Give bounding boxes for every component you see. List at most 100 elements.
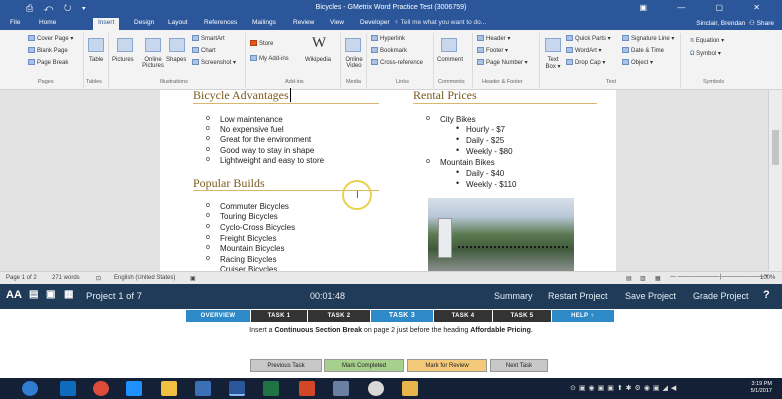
signature-line-button[interactable]: Signature Line ▾ <box>622 35 674 42</box>
blank-page-button[interactable]: Blank Page <box>28 47 68 54</box>
tell-me-box[interactable]: ♀ Tell me what you want to do... <box>394 19 486 26</box>
my-addins-button[interactable]: My Add-ins <box>250 55 289 62</box>
zoom-slider[interactable]: — ———————|——————— + <box>670 274 768 280</box>
mark-completed-button[interactable]: Mark Completed <box>324 359 404 372</box>
shapes-button[interactable]: Shapes <box>166 57 186 63</box>
powerpoint-icon[interactable] <box>299 381 315 396</box>
tab-layout[interactable]: Layout <box>168 19 188 26</box>
pictures-button[interactable]: Pictures <box>112 57 134 63</box>
project-indicator: Project 1 of 7 <box>86 291 142 302</box>
table-button[interactable]: Table <box>89 57 103 63</box>
page-break-button[interactable]: Page Break <box>28 59 68 66</box>
page-number-button[interactable]: Page Number ▾ <box>477 59 528 66</box>
scrollbar-thumb[interactable] <box>772 130 779 165</box>
quick-parts-button[interactable]: Quick Parts ▾ <box>566 35 611 42</box>
help-question-icon[interactable]: ? <box>763 289 770 301</box>
start-button-icon[interactable] <box>22 381 38 396</box>
online-pictures-button[interactable]: Online Pictures <box>140 57 166 69</box>
web-layout-icon[interactable]: ▦ <box>655 275 661 282</box>
symbol-button[interactable]: Ω Symbol ▾ <box>690 50 721 57</box>
object-button[interactable]: Object ▾ <box>622 59 653 66</box>
file-explorer-icon[interactable] <box>161 381 177 396</box>
zoom-level[interactable]: 100% <box>760 275 775 281</box>
heading-popular-builds[interactable]: Popular Builds <box>193 176 265 191</box>
previous-task-button[interactable]: Previous Task <box>250 359 322 372</box>
tab-design[interactable]: Design <box>134 19 154 26</box>
store-button[interactable]: Store <box>250 40 273 47</box>
footer-button[interactable]: Footer ▾ <box>477 47 508 54</box>
save-project-button[interactable]: Save Project <box>625 291 676 301</box>
tab-review[interactable]: Review <box>293 19 314 26</box>
chart-button[interactable]: Chart <box>192 47 216 54</box>
page-indicator[interactable]: Page 1 of 2 <box>6 275 37 281</box>
heading-bicycle-advantages[interactable]: Bicycle Advantages <box>193 88 291 103</box>
bike-share-photo[interactable] <box>428 198 574 271</box>
display-icon[interactable]: ▤ <box>29 289 38 300</box>
calculator-icon[interactable]: ▣ <box>46 289 55 300</box>
read-mode-icon[interactable]: ▤ <box>626 275 632 282</box>
online-video-icon <box>345 38 361 52</box>
cover-page-button[interactable]: Cover Page ▾ <box>28 35 73 42</box>
hyperlink-button[interactable]: Hyperlink <box>371 35 405 42</box>
drop-cap-button[interactable]: Drop Cap ▾ <box>566 59 605 66</box>
tab-overview[interactable]: OVERVIEW <box>186 310 250 322</box>
tab-help[interactable]: HELP ♀ <box>552 310 614 322</box>
print-layout-icon[interactable]: ▥ <box>640 275 646 282</box>
media-icon[interactable] <box>195 381 211 396</box>
list-item: Freight Bicycles <box>206 234 277 243</box>
grade-project-button[interactable]: Grade Project <box>693 291 749 301</box>
tab-mailings[interactable]: Mailings <box>252 19 276 26</box>
tab-file[interactable]: File <box>10 19 20 26</box>
user-account[interactable]: Sinclair, Brendan ⚇ Share <box>696 19 774 27</box>
document-page[interactable]: Bicycle Advantages Low maintenance No ex… <box>160 88 616 271</box>
macro-icon[interactable]: ▣ <box>190 275 196 282</box>
gmetrix-header: AA ▤ ▣ ▦ Project 1 of 7 00:01:48 Summary… <box>0 284 782 309</box>
cross-reference-button[interactable]: Cross-reference <box>371 59 423 66</box>
tab-task-2[interactable]: TASK 2 <box>308 310 370 322</box>
tab-task-3[interactable]: TASK 3 <box>371 310 433 322</box>
word-icon[interactable] <box>229 381 245 396</box>
tab-task-4[interactable]: TASK 4 <box>434 310 492 322</box>
header-button[interactable]: Header ▾ <box>477 35 510 42</box>
equation-button[interactable]: π Equation ▾ <box>690 37 724 44</box>
app-icon[interactable] <box>368 381 384 396</box>
language-indicator[interactable]: English (United States) <box>114 275 175 281</box>
tab-home[interactable]: Home <box>39 19 56 26</box>
app-icon[interactable] <box>333 381 349 396</box>
tab-insert[interactable]: Insert <box>93 18 120 30</box>
excel-icon[interactable] <box>263 381 279 396</box>
comment-button[interactable]: Comment <box>437 57 463 63</box>
summary-button[interactable]: Summary <box>494 291 533 301</box>
bookmark-button[interactable]: Bookmark <box>371 47 407 54</box>
tab-task-1[interactable]: TASK 1 <box>251 310 307 322</box>
chrome-icon[interactable] <box>93 381 109 396</box>
outlook-icon[interactable] <box>60 381 76 396</box>
tab-references[interactable]: References <box>204 19 237 26</box>
word-count[interactable]: 271 words <box>52 275 80 281</box>
tab-task-5[interactable]: TASK 5 <box>493 310 551 322</box>
tab-developer[interactable]: Developer <box>360 19 390 26</box>
system-tray-icons[interactable]: ⊙▣◉▣▣⬆✱⚙◉▣◢◀ <box>570 384 679 392</box>
restart-project-button[interactable]: Restart Project <box>548 291 608 301</box>
online-video-button[interactable]: Online Video <box>343 57 365 69</box>
text-box-button[interactable]: Text Box ▾ <box>543 57 563 70</box>
edge-icon[interactable] <box>126 381 142 396</box>
wordart-button[interactable]: WordArt ▾ <box>566 47 602 54</box>
heading-rental-prices[interactable]: Rental Prices <box>413 88 477 103</box>
layout-icon[interactable]: ▦ <box>64 289 73 300</box>
object-icon <box>622 59 629 65</box>
gmetrix-app-icon[interactable] <box>402 381 418 396</box>
hyperlink-icon <box>371 35 378 41</box>
date-time-button[interactable]: Date & Time <box>622 47 664 54</box>
proofing-icon[interactable]: ⊡ <box>96 275 101 282</box>
next-task-button[interactable]: Next Task <box>490 359 548 372</box>
quick-parts-icon <box>566 35 573 41</box>
vertical-scrollbar[interactable] <box>768 90 782 271</box>
wikipedia-button[interactable]: Wikipedia <box>305 57 331 63</box>
tab-view[interactable]: View <box>330 19 344 26</box>
mark-for-review-button[interactable]: Mark for Review <box>407 359 487 372</box>
clock[interactable]: 3:19 PM 5/1/2017 <box>751 381 772 395</box>
screenshot-button[interactable]: Screenshot ▾ <box>192 59 236 66</box>
window-controls[interactable]: ▣ — ▢ ✕ <box>640 3 775 12</box>
smartart-button[interactable]: SmartArt <box>192 35 225 42</box>
